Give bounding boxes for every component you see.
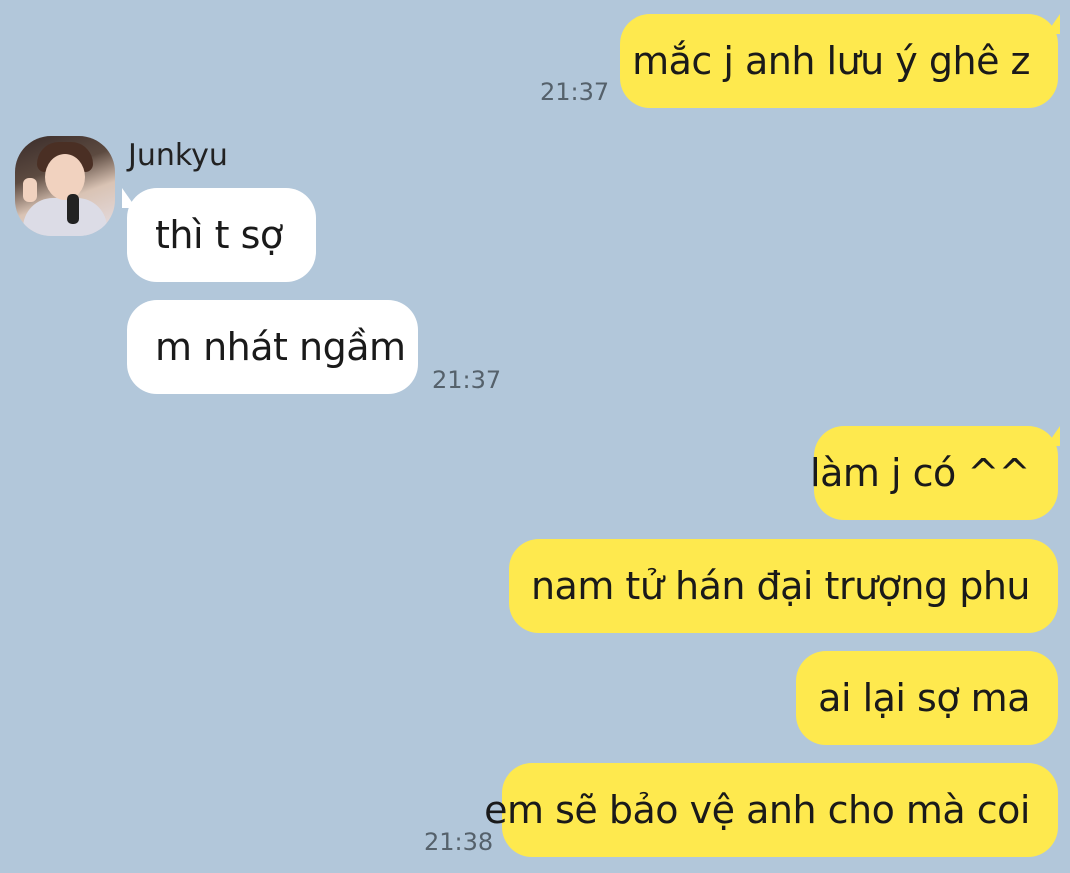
message-bubble-outgoing[interactable]: mắc j anh lưu ý ghê z — [620, 14, 1058, 108]
message-text: làm j có ^^ — [810, 451, 1030, 495]
message-text: nam tử hán đại trượng phu — [530, 564, 1031, 608]
message-bubble-outgoing[interactable]: làm j có ^^ — [810, 426, 1058, 520]
contact-avatar[interactable] — [15, 136, 115, 236]
message-bubble-outgoing[interactable]: em sẽ bảo vệ anh cho mà coi — [484, 763, 1058, 857]
message-bubble-incoming[interactable]: thì t sợ — [127, 188, 316, 282]
message-bubble-outgoing[interactable]: ai lại sợ ma — [796, 651, 1058, 745]
message-text: m nhát ngầm — [155, 325, 406, 369]
message-text: ai lại sợ ma — [818, 676, 1030, 720]
message-text: em sẽ bảo vệ anh cho mà coi — [484, 788, 1030, 832]
message-text: thì t sợ — [155, 213, 283, 257]
message-timestamp: 21:38 — [424, 828, 494, 856]
message-text: mắc j anh lưu ý ghê z — [632, 39, 1030, 83]
message-timestamp: 21:37 — [540, 78, 610, 106]
message-bubble-incoming[interactable]: m nhát ngầm — [127, 300, 418, 394]
message-timestamp: 21:37 — [432, 366, 502, 394]
contact-name: Junkyu — [128, 138, 228, 173]
message-bubble-outgoing[interactable]: nam tử hán đại trượng phu — [509, 539, 1058, 633]
